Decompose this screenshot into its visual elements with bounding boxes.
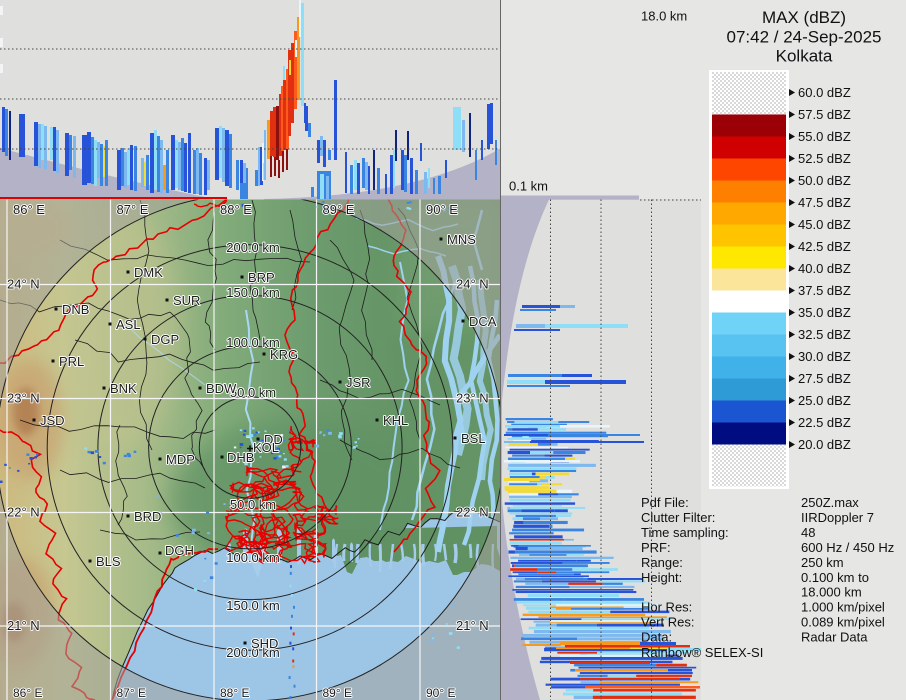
svg-text:SHD: SHD [251, 636, 278, 651]
svg-text:BNK: BNK [110, 381, 137, 396]
svg-text:88° E: 88° E [220, 686, 249, 700]
svg-text:57.5 dBZ: 57.5 dBZ [798, 107, 851, 122]
svg-text:600 Hz / 450 Hz: 600 Hz / 450 Hz [801, 540, 894, 555]
svg-text:JSR: JSR [346, 375, 371, 390]
svg-text:23° N: 23° N [456, 391, 489, 406]
svg-text:MAX (dBZ): MAX (dBZ) [762, 8, 846, 27]
svg-text:89° E: 89° E [323, 202, 355, 217]
svg-text:18.000 km: 18.000 km [801, 585, 862, 600]
svg-text:23° N: 23° N [7, 391, 40, 406]
svg-text:47.5 dBZ: 47.5 dBZ [798, 195, 851, 210]
svg-text:21° N: 21° N [456, 618, 489, 633]
svg-text:Hor Res:: Hor Res: [641, 600, 692, 615]
svg-text:45.0 dBZ: 45.0 dBZ [798, 217, 851, 232]
svg-text:89° E: 89° E [323, 686, 352, 700]
svg-text:PRL: PRL [59, 354, 84, 369]
svg-text:87° E: 87° E [117, 686, 146, 700]
svg-text:60.0 dBZ: 60.0 dBZ [798, 85, 851, 100]
svg-text:BRP: BRP [248, 270, 275, 285]
svg-text:KHL: KHL [383, 413, 408, 428]
svg-text:MDP: MDP [166, 452, 195, 467]
svg-text:150.0 km: 150.0 km [226, 598, 279, 613]
svg-text:88° E: 88° E [220, 202, 252, 217]
svg-text:Kolkata: Kolkata [776, 47, 833, 66]
svg-text:JSD: JSD [40, 413, 65, 428]
svg-text:Height:: Height: [641, 570, 682, 585]
svg-text:27.5 dBZ: 27.5 dBZ [798, 371, 851, 386]
svg-text:42.5 dBZ: 42.5 dBZ [798, 239, 851, 254]
svg-text:32.5 dBZ: 32.5 dBZ [798, 327, 851, 342]
svg-text:DCA: DCA [469, 314, 497, 329]
svg-text:KRG: KRG [270, 347, 298, 362]
svg-text:87° E: 87° E [117, 202, 149, 217]
svg-text:35.0 dBZ: 35.0 dBZ [798, 305, 851, 320]
svg-text:Pdf File:: Pdf File: [641, 495, 689, 510]
svg-text:18.0 km: 18.0 km [641, 9, 687, 24]
svg-text:ASL: ASL [116, 317, 141, 332]
svg-text:24° N: 24° N [7, 277, 40, 292]
svg-text:250 km: 250 km [801, 555, 844, 570]
svg-text:22.5 dBZ: 22.5 dBZ [798, 415, 851, 430]
svg-text:Data:: Data: [641, 630, 672, 645]
svg-text:Range:: Range: [641, 555, 683, 570]
svg-text:BDW: BDW [206, 381, 237, 396]
svg-text:DHB: DHB [227, 450, 254, 465]
svg-text:86° E: 86° E [13, 202, 45, 217]
svg-text:BLS: BLS [96, 554, 121, 569]
svg-text:24° N: 24° N [456, 277, 489, 292]
svg-text:KOL: KOL [253, 440, 279, 455]
svg-text:100.0 km: 100.0 km [226, 550, 279, 565]
svg-text:BRD: BRD [134, 509, 161, 524]
svg-text:37.5 dBZ: 37.5 dBZ [798, 283, 851, 298]
svg-text:250Z.max: 250Z.max [801, 495, 859, 510]
svg-text:48: 48 [801, 525, 815, 540]
svg-text:55.0 dBZ: 55.0 dBZ [798, 129, 851, 144]
svg-text:0.1 km: 0.1 km [509, 179, 548, 194]
svg-text:22° N: 22° N [456, 505, 489, 520]
svg-text:Time sampling:: Time sampling: [641, 525, 729, 540]
svg-text:150.0 km: 150.0 km [226, 285, 279, 300]
svg-text:21° N: 21° N [7, 618, 40, 633]
svg-text:90° E: 90° E [426, 202, 458, 217]
svg-text:22° N: 22° N [7, 505, 40, 520]
svg-text:52.5 dBZ: 52.5 dBZ [798, 151, 851, 166]
svg-text:Rainbow® SELEX-SI: Rainbow® SELEX-SI [641, 645, 763, 660]
svg-text:IIRDoppler 7: IIRDoppler 7 [801, 510, 874, 525]
svg-text:DMK: DMK [134, 265, 163, 280]
svg-text:07:42 / 24-Sep-2025: 07:42 / 24-Sep-2025 [726, 28, 881, 47]
svg-text:50.0 dBZ: 50.0 dBZ [798, 173, 851, 188]
svg-text:DGH: DGH [165, 543, 194, 558]
svg-text:Clutter Filter:: Clutter Filter: [641, 510, 715, 525]
svg-text:20.0 dBZ: 20.0 dBZ [798, 437, 851, 452]
svg-text:SUR: SUR [173, 293, 200, 308]
svg-text:25.0 dBZ: 25.0 dBZ [798, 393, 851, 408]
svg-text:MNS: MNS [447, 232, 476, 247]
svg-text:40.0 dBZ: 40.0 dBZ [798, 261, 851, 276]
svg-text:50.0 km: 50.0 km [230, 497, 276, 512]
svg-text:86° E: 86° E [13, 686, 42, 700]
svg-text:50.0 km: 50.0 km [230, 385, 276, 400]
svg-text:DGP: DGP [151, 332, 179, 347]
svg-text:Vert Res:: Vert Res: [641, 615, 694, 630]
svg-text:0.100 km to: 0.100 km to [801, 570, 869, 585]
svg-text:DNB: DNB [62, 302, 89, 317]
svg-text:0.089 km/pixel: 0.089 km/pixel [801, 615, 885, 630]
svg-text:90° E: 90° E [426, 686, 455, 700]
svg-text:PRF:: PRF: [641, 540, 671, 555]
svg-text:30.0 dBZ: 30.0 dBZ [798, 349, 851, 364]
svg-text:Radar Data: Radar Data [801, 630, 868, 645]
svg-text:BSL: BSL [461, 431, 486, 446]
svg-text:200.0 km: 200.0 km [226, 240, 279, 255]
svg-text:1.000 km/pixel: 1.000 km/pixel [801, 600, 885, 615]
